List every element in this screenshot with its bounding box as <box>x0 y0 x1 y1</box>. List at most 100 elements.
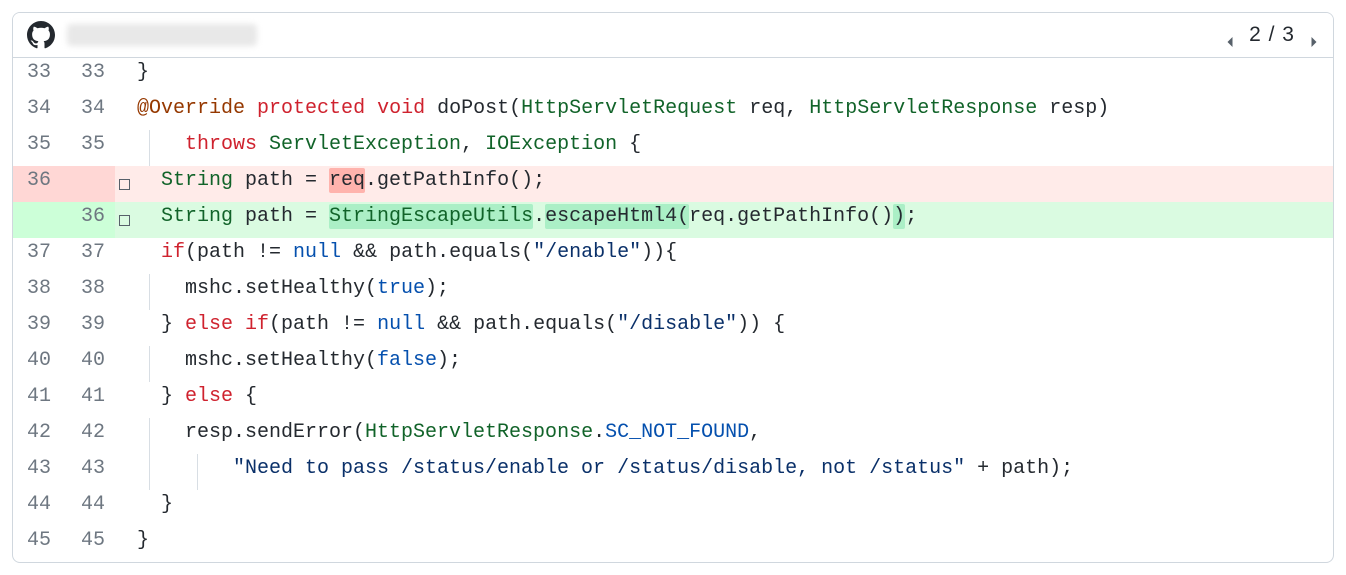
comment-marker[interactable] <box>115 166 133 202</box>
line-number-old: 42 <box>13 418 61 454</box>
pager: 2 / 3 <box>1225 23 1319 47</box>
code-token: else <box>185 385 233 408</box>
code-token: ; <box>905 205 917 228</box>
code-token: StringEscapeUtils <box>329 204 533 229</box>
pager-next-button[interactable] <box>1309 30 1319 40</box>
code-token: path = <box>233 169 329 192</box>
code-token: "/enable" <box>533 241 641 264</box>
code-line: String path = req.getPathInfo(); <box>133 166 1333 202</box>
code-line: "Need to pass /status/enable or /status/… <box>133 454 1333 490</box>
code-token: , <box>461 133 485 156</box>
code-token: null <box>293 241 341 264</box>
pager-prev-button[interactable] <box>1225 30 1235 40</box>
code-line: } else if(path != null && path.equals("/… <box>133 310 1333 346</box>
diff-row: 3737if(path != null && path.equals("/ena… <box>13 238 1333 274</box>
line-number-old: 45 <box>13 526 61 562</box>
code-token: false <box>377 349 437 372</box>
line-number-new: 39 <box>61 310 115 346</box>
diff-code-block: 3333}3434@Override protected void doPost… <box>13 58 1333 562</box>
indent-guide <box>149 346 150 382</box>
comment-marker <box>115 238 133 274</box>
marker-box-icon <box>119 179 130 190</box>
code-token: path = <box>233 205 329 228</box>
code-line: @Override protected void doPost(HttpServ… <box>133 94 1333 130</box>
indent-guide <box>149 274 150 310</box>
code-token: )){ <box>641 241 677 264</box>
code-token: { <box>233 385 257 408</box>
code-line: } <box>133 490 1333 526</box>
diff-row: 4444} <box>13 490 1333 526</box>
code-token: HttpServletResponse <box>809 97 1037 120</box>
code-token: , <box>749 421 761 444</box>
code-token: mshc.setHealthy( <box>185 349 377 372</box>
line-number-new: 43 <box>61 454 115 490</box>
code-token: . <box>533 205 545 228</box>
code-token: req, <box>737 97 809 120</box>
code-token: resp.sendError( <box>185 421 365 444</box>
diff-row: 4343 "Need to pass /status/enable or /sta… <box>13 454 1333 490</box>
comment-marker[interactable] <box>115 202 133 238</box>
line-number-old: 38 <box>13 274 61 310</box>
comment-marker <box>115 382 133 418</box>
code-token: )) { <box>737 313 785 336</box>
code-token: && path.equals( <box>425 313 617 336</box>
code-line: mshc.setHealthy(false); <box>133 346 1333 382</box>
line-number-new: 40 <box>61 346 115 382</box>
comment-marker <box>115 454 133 490</box>
code-line: mshc.setHealthy(true); <box>133 274 1333 310</box>
line-number-old <box>13 202 61 238</box>
code-token: ); <box>437 349 461 372</box>
line-number-old: 40 <box>13 346 61 382</box>
diff-row: 3434 @Override protected void doPost(Http… <box>13 94 1333 130</box>
diff-row: 4141} else { <box>13 382 1333 418</box>
code-token <box>257 133 269 156</box>
line-number-new: 42 <box>61 418 115 454</box>
comment-marker <box>115 418 133 454</box>
code-token: + path); <box>965 457 1073 480</box>
diff-row: 36 String path = req.getPathInfo(); <box>13 166 1333 202</box>
github-icon <box>27 21 55 49</box>
code-token: req.getPathInfo() <box>689 205 893 228</box>
code-token: else if <box>185 313 269 336</box>
diff-row: 4545} <box>13 526 1333 562</box>
line-number-new: 35 <box>61 130 115 166</box>
code-token: } <box>137 529 149 552</box>
line-number-old: 33 <box>13 58 61 94</box>
code-token: ) <box>893 204 905 229</box>
comment-marker <box>115 274 133 310</box>
code-token: (path != <box>269 313 377 336</box>
code-token: . <box>593 421 605 444</box>
diff-row: 4242 resp.sendError(HttpServletResponse.S… <box>13 418 1333 454</box>
diff-row: 3939 } else if(path != null && path.equal… <box>13 310 1333 346</box>
code-token: } <box>161 313 185 336</box>
code-token: @Override <box>137 97 245 120</box>
line-number-new: 44 <box>61 490 115 526</box>
line-number-old: 39 <box>13 310 61 346</box>
indent-guide <box>149 130 150 166</box>
comment-marker <box>115 346 133 382</box>
code-token: { <box>617 133 641 156</box>
line-number-new: 41 <box>61 382 115 418</box>
line-number-old: 36 <box>13 166 61 202</box>
code-token: ( <box>509 97 521 120</box>
code-token: } <box>161 493 173 516</box>
code-token <box>245 97 257 120</box>
line-number-new: 36 <box>61 202 115 238</box>
comment-marker <box>115 310 133 346</box>
code-token: HttpServletResponse <box>365 421 593 444</box>
line-number-old: 37 <box>13 238 61 274</box>
code-token: .getPathInfo(); <box>365 169 545 192</box>
line-number-old: 34 <box>13 94 61 130</box>
code-token: mshc.setHealthy( <box>185 277 377 300</box>
code-token: if <box>161 241 185 264</box>
line-number-new: 33 <box>61 58 115 94</box>
comment-marker <box>115 130 133 166</box>
diff-row: 3535throws ServletException, IOException… <box>13 130 1333 166</box>
line-number-new: 45 <box>61 526 115 562</box>
diff-row: 3333} <box>13 58 1333 94</box>
code-token: } <box>137 61 149 84</box>
comment-marker <box>115 94 133 130</box>
line-number-old: 43 <box>13 454 61 490</box>
line-number-new: 34 <box>61 94 115 130</box>
code-token: SC_NOT_FOUND <box>605 421 749 444</box>
